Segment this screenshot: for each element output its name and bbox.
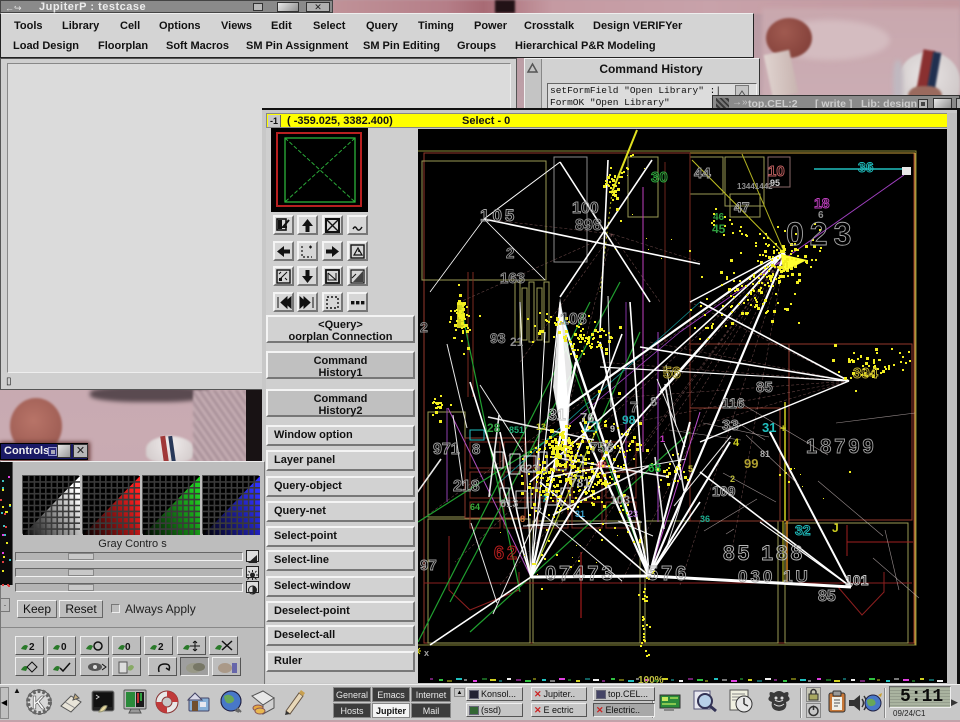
svg-text:31: 31: [548, 407, 566, 424]
svg-text:31: 31: [762, 420, 776, 435]
svg-text:9: 9: [610, 424, 615, 434]
svg-text:576: 576: [647, 563, 689, 585]
svg-text:56: 56: [663, 365, 681, 382]
svg-text:85: 85: [756, 379, 773, 396]
svg-text:2: 2: [506, 245, 514, 262]
svg-text:2: 2: [158, 642, 164, 653]
svg-text:5: 5: [688, 464, 693, 474]
svg-text:18: 18: [814, 195, 830, 211]
svg-text:394: 394: [853, 365, 879, 382]
svg-text:98: 98: [622, 413, 636, 427]
svg-text:756: 756: [590, 439, 614, 455]
svg-text:0: 0: [61, 642, 67, 653]
svg-text:2: 2: [29, 642, 35, 653]
svg-text:100%: 100%: [638, 675, 664, 683]
svg-text:36: 36: [700, 514, 710, 524]
svg-text:218: 218: [453, 478, 480, 495]
svg-text:85 188: 85 188: [723, 542, 805, 565]
svg-text:21: 21: [510, 335, 524, 349]
svg-text:105: 105: [480, 206, 517, 225]
svg-text:613: 613: [500, 498, 518, 510]
svg-text:33: 33: [722, 417, 739, 434]
svg-text:31: 31: [575, 509, 585, 519]
svg-text:85: 85: [818, 588, 836, 605]
svg-text:07473: 07473: [545, 563, 616, 585]
svg-text:47: 47: [734, 199, 750, 215]
svg-text:101: 101: [845, 572, 869, 588]
svg-text:2: 2: [420, 319, 428, 335]
svg-text:1: 1: [660, 434, 665, 444]
svg-text:97: 97: [420, 557, 437, 574]
svg-text:109: 109: [712, 483, 736, 499]
svg-text:81: 81: [760, 449, 770, 459]
svg-text:163: 163: [500, 270, 525, 287]
svg-text:103: 103: [610, 493, 630, 507]
svg-text:76: 76: [580, 410, 594, 425]
svg-text:K: K: [32, 693, 45, 713]
svg-text:623: 623: [520, 463, 538, 475]
svg-text:46: 46: [713, 212, 725, 223]
svg-text:0: 0: [125, 642, 131, 653]
svg-text:36: 36: [858, 159, 874, 175]
svg-text:18799: 18799: [806, 436, 877, 458]
svg-text:8: 8: [650, 394, 657, 409]
svg-text:898: 898: [575, 217, 602, 234]
svg-text:4: 4: [733, 437, 740, 449]
svg-text:+: +: [780, 423, 786, 435]
svg-text:93: 93: [490, 330, 506, 346]
svg-text:8: 8: [520, 514, 525, 524]
svg-text:44: 44: [694, 165, 711, 182]
svg-text:45: 45: [712, 222, 726, 236]
svg-text:100: 100: [572, 200, 599, 217]
svg-text:62: 62: [494, 543, 520, 563]
svg-text:8: 8: [472, 441, 480, 458]
svg-text:108: 108: [560, 311, 587, 328]
svg-text:116: 116: [722, 395, 745, 411]
svg-text:32: 32: [795, 522, 811, 538]
svg-text:J: J: [832, 521, 839, 535]
svg-text:10: 10: [768, 163, 785, 180]
svg-text:28: 28: [487, 421, 501, 435]
svg-text:68: 68: [648, 461, 662, 475]
svg-text:971: 971: [433, 441, 460, 458]
svg-text:23: 23: [628, 509, 638, 519]
svg-text:781: 781: [570, 476, 590, 490]
svg-text:851: 851: [509, 425, 524, 435]
svg-text:99: 99: [744, 456, 758, 471]
svg-text:13: 13: [536, 422, 546, 432]
svg-text:x: x: [424, 648, 429, 658]
svg-text:64: 64: [470, 502, 480, 512]
svg-text:30: 30: [651, 169, 668, 186]
svg-text:030 1U: 030 1U: [738, 567, 811, 586]
svg-text:023: 023: [786, 216, 857, 252]
svg-text:13441442: 13441442: [737, 182, 773, 191]
svg-text:48: 48: [596, 460, 606, 470]
